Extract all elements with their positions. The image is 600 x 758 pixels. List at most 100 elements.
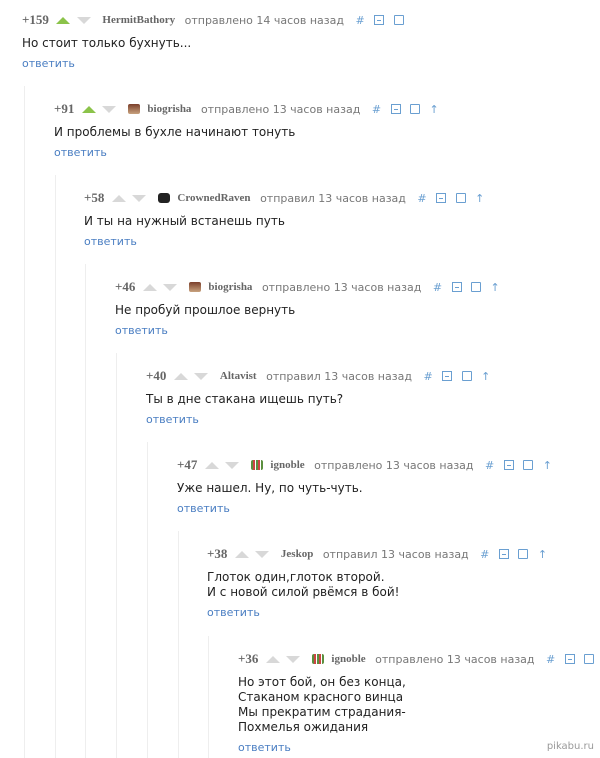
- thread-guide: [147, 442, 148, 758]
- save-icon[interactable]: [523, 460, 534, 470]
- downvote-icon[interactable]: [102, 105, 117, 113]
- thread-guide: [178, 531, 179, 758]
- upvote-icon[interactable]: [265, 655, 280, 663]
- comment-line: Похмелья ожидания: [238, 720, 369, 734]
- comment-line: И с новой силой рвёмся в бой!: [207, 585, 400, 599]
- save-icon[interactable]: [455, 193, 466, 203]
- collapse-icon[interactable]: [564, 654, 575, 664]
- comment-author[interactable]: biogrisha: [208, 281, 252, 293]
- comment-line: Мы прекратим страдания-: [238, 705, 406, 719]
- collapse-icon[interactable]: [451, 282, 462, 292]
- comment: +91 biogrisha отправлено 13 часов назад …: [54, 101, 445, 159]
- comment: +40 Altavist отправил 13 часов назад # ↑…: [146, 368, 496, 426]
- hash-link-icon[interactable]: #: [417, 192, 426, 205]
- arrow-up-icon[interactable]: ↑: [481, 370, 490, 383]
- avatar: [311, 654, 324, 664]
- comment-line: Ты в дне стакана ищешь путь?: [146, 392, 344, 406]
- arrow-up-icon[interactable]: ↑: [430, 103, 439, 116]
- save-icon[interactable]: [410, 104, 421, 114]
- comment-rating: +40: [146, 368, 167, 383]
- comment-author[interactable]: CrownedRaven: [177, 192, 250, 204]
- thread-guide: [116, 353, 117, 758]
- avatar: [157, 193, 170, 203]
- comment-text: Но этот бой, он без конца, Стаканом крас…: [238, 675, 600, 735]
- comment-line: Глоток один,глоток второй.: [207, 570, 385, 584]
- avatar: [188, 282, 201, 292]
- collapse-icon[interactable]: [503, 460, 514, 470]
- comment-author[interactable]: Jeskop: [281, 548, 313, 560]
- comment-rating: +91: [54, 101, 75, 116]
- arrow-up-icon[interactable]: ↑: [543, 459, 552, 472]
- comment-text: И ты на нужный встанешь путь: [84, 214, 490, 229]
- thread-guide: [85, 264, 86, 758]
- comment-time: отправил 13 часов назад: [322, 547, 469, 561]
- comment-time: отправлено 13 часов назад: [314, 458, 474, 472]
- thread-guide: [55, 175, 56, 758]
- collapse-icon[interactable]: [374, 15, 385, 25]
- reply-link[interactable]: ответить: [84, 235, 490, 248]
- reply-link[interactable]: ответить: [238, 741, 600, 754]
- collapse-icon[interactable]: [498, 549, 509, 559]
- comment-author[interactable]: HermitBathory: [102, 14, 175, 26]
- thread-guide: [24, 86, 25, 758]
- downvote-icon[interactable]: [194, 372, 209, 380]
- comment-time: отправлено 13 часов назад: [200, 102, 361, 116]
- collapse-icon[interactable]: [436, 193, 447, 203]
- reply-link[interactable]: ответить: [54, 146, 445, 159]
- hash-link-icon[interactable]: #: [485, 459, 494, 472]
- hash-link-icon[interactable]: #: [480, 548, 489, 561]
- downvote-icon[interactable]: [255, 550, 270, 558]
- avatar: [127, 104, 140, 114]
- arrow-up-icon[interactable]: ↑: [491, 281, 500, 294]
- comment-line: Уже нашел. Ну, по чуть-чуть.: [177, 481, 363, 495]
- comment-time: отправлено 13 часов назад: [375, 652, 535, 666]
- hash-link-icon[interactable]: #: [423, 370, 432, 383]
- hash-link-icon[interactable]: #: [372, 103, 381, 116]
- comment-author[interactable]: Altavist: [220, 370, 257, 382]
- comment-time: отправлено 14 часов назад: [184, 13, 344, 27]
- comment-header: +36 ignoble отправлено 13 часов назад # …: [238, 651, 600, 671]
- downvote-icon[interactable]: [132, 194, 147, 202]
- downvote-icon[interactable]: [76, 16, 91, 24]
- reply-link[interactable]: ответить: [207, 606, 553, 619]
- avatar: [250, 460, 263, 470]
- comment-line: Не пробуй прошлое вернуть: [115, 303, 296, 317]
- hash-link-icon[interactable]: #: [546, 653, 555, 666]
- upvote-icon[interactable]: [111, 194, 126, 202]
- upvote-icon[interactable]: [204, 461, 219, 469]
- downvote-icon[interactable]: [163, 283, 178, 291]
- comment-line: И проблемы в бухле начинают тонуть: [54, 125, 296, 139]
- save-icon[interactable]: [461, 371, 472, 381]
- downvote-icon[interactable]: [286, 655, 301, 663]
- upvote-icon[interactable]: [142, 283, 157, 291]
- reply-link[interactable]: ответить: [115, 324, 506, 337]
- save-icon[interactable]: [393, 15, 404, 25]
- comment: +46 biogrisha отправлено 13 часов назад …: [115, 279, 506, 337]
- save-icon[interactable]: [584, 654, 595, 664]
- arrow-up-icon[interactable]: ↑: [538, 548, 547, 561]
- arrow-up-icon[interactable]: ↑: [475, 192, 484, 205]
- comment-text: Уже нашел. Ну, по чуть-чуть.: [177, 481, 558, 496]
- comment-time: отправлено 13 часов назад: [261, 280, 422, 294]
- downvote-icon[interactable]: [225, 461, 240, 469]
- collapse-icon[interactable]: [390, 104, 401, 114]
- reply-link[interactable]: ответить: [22, 57, 410, 70]
- hash-link-icon[interactable]: #: [356, 14, 365, 27]
- hash-link-icon[interactable]: #: [433, 281, 442, 294]
- comment-author[interactable]: ignoble: [270, 459, 304, 471]
- save-icon[interactable]: [518, 549, 529, 559]
- upvote-icon[interactable]: [56, 16, 71, 24]
- comment-header: +91 biogrisha отправлено 13 часов назад …: [54, 101, 445, 121]
- reply-link[interactable]: ответить: [177, 502, 558, 515]
- comment-author[interactable]: ignoble: [331, 653, 365, 665]
- upvote-icon[interactable]: [81, 105, 96, 113]
- reply-link[interactable]: ответить: [146, 413, 496, 426]
- comment: +36 ignoble отправлено 13 часов назад # …: [238, 651, 600, 754]
- comment-author[interactable]: biogrisha: [147, 103, 191, 115]
- comment-rating: +38: [207, 546, 228, 561]
- comment-time: отправил 13 часов назад: [266, 369, 412, 383]
- save-icon[interactable]: [471, 282, 482, 292]
- upvote-icon[interactable]: [234, 550, 249, 558]
- upvote-icon[interactable]: [173, 372, 188, 380]
- collapse-icon[interactable]: [442, 371, 453, 381]
